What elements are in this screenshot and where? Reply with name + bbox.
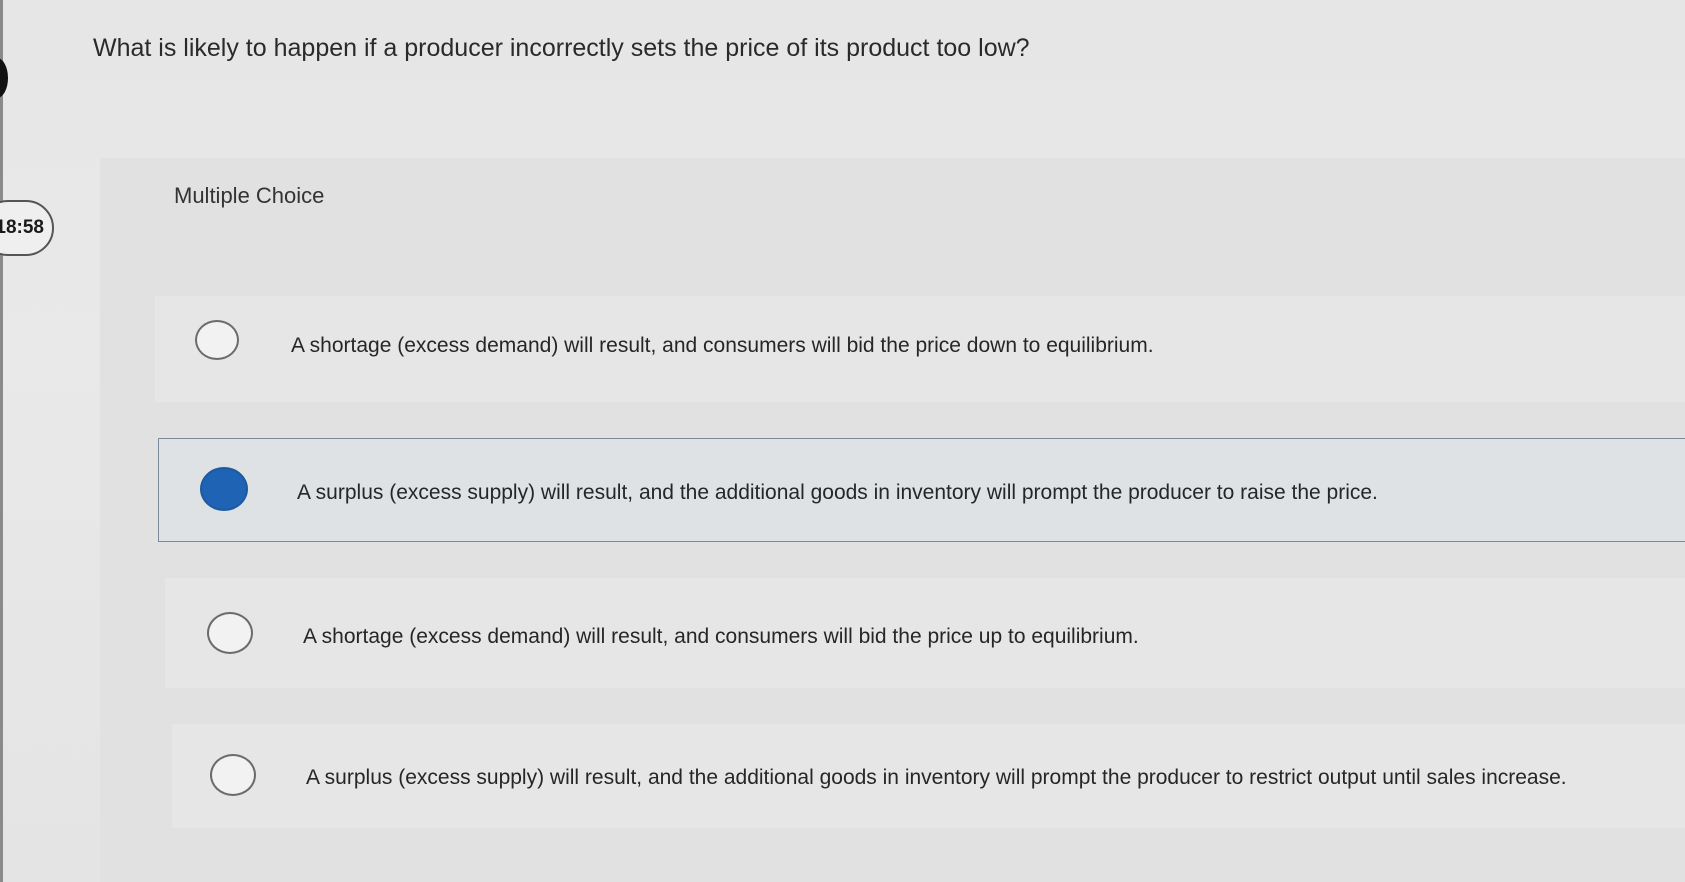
radio-button-selected-icon[interactable] (200, 467, 248, 511)
answer-option-text: A shortage (excess demand) will result, … (291, 334, 1154, 357)
progress-indicator-icon (0, 58, 8, 98)
answer-option-4[interactable]: A surplus (excess supply) will result, a… (172, 724, 1685, 828)
radio-button-icon[interactable] (207, 612, 253, 654)
answer-option-text: A surplus (excess supply) will result, a… (297, 481, 1378, 504)
window-left-edge (0, 0, 3, 882)
timer-badge: 18:58 (0, 200, 54, 256)
timer-text: 18:58 (0, 217, 44, 238)
question-type-label: Multiple Choice (174, 183, 325, 208)
answer-option-1[interactable]: A shortage (excess demand) will result, … (155, 296, 1685, 402)
answer-option-text: A shortage (excess demand) will result, … (303, 625, 1139, 648)
question-prompt: What is likely to happen if a producer i… (93, 34, 1030, 62)
radio-button-icon[interactable] (210, 754, 256, 796)
answer-option-text: A surplus (excess supply) will result, a… (306, 766, 1567, 789)
radio-button-icon[interactable] (195, 320, 239, 360)
answer-option-2-selected[interactable]: A surplus (excess supply) will result, a… (158, 438, 1685, 542)
answer-option-3[interactable]: A shortage (excess demand) will result, … (165, 578, 1685, 688)
